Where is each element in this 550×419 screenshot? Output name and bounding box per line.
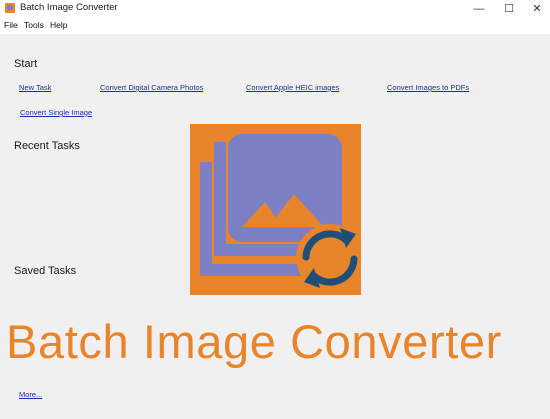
convert-to-pdf-link[interactable]: Convert Images to PDFs xyxy=(387,83,469,92)
new-task-link[interactable]: New Task xyxy=(19,83,51,92)
menu-bar: File Tools Help xyxy=(0,18,550,34)
menu-help[interactable]: Help xyxy=(50,20,67,30)
banner-title: Batch Image Converter xyxy=(6,315,502,368)
start-heading: Start xyxy=(14,58,38,70)
menu-file[interactable]: File xyxy=(4,20,18,30)
image-convert-icon xyxy=(190,124,361,295)
convert-heic-link[interactable]: Convert Apple HEIC images xyxy=(246,83,339,92)
minimize-button[interactable]: — xyxy=(464,0,494,18)
recent-tasks-heading: Recent Tasks xyxy=(14,140,80,152)
title-bar[interactable]: Batch Image Converter — ☐ ✕ xyxy=(0,0,550,18)
convert-single-image-link[interactable]: Convert Single Image xyxy=(20,108,92,117)
saved-tasks-heading: Saved Tasks xyxy=(14,265,77,277)
maximize-button[interactable]: ☐ xyxy=(494,0,524,18)
menu-tools[interactable]: Tools xyxy=(24,20,44,30)
close-button[interactable]: ✕ xyxy=(522,0,550,18)
app-window: Batch Image Converter — ☐ ✕ File Tools H… xyxy=(0,0,550,419)
app-icon xyxy=(5,3,15,13)
convert-camera-photos-link[interactable]: Convert Digital Camera Photos xyxy=(100,83,203,92)
hero-illustration xyxy=(200,134,361,292)
more-link[interactable]: More... xyxy=(19,390,42,399)
window-title: Batch Image Converter xyxy=(20,2,118,13)
